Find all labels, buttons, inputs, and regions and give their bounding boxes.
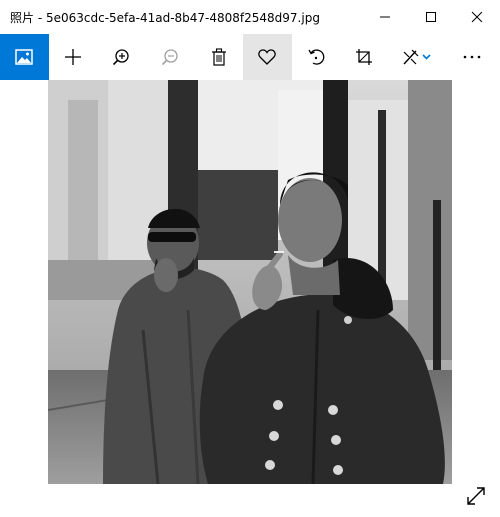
title-bar: 照片 - 5e063cdc-5efa-41ad-8b47-4808f2548d9… [0, 0, 500, 34]
delete-button[interactable] [194, 34, 243, 80]
expand-icon [467, 487, 485, 505]
zoom-out-icon [162, 49, 178, 66]
maximize-icon [426, 12, 436, 22]
plus-icon [64, 49, 81, 65]
photo [48, 80, 452, 484]
edit-icon [403, 49, 431, 65]
crop-button[interactable] [340, 34, 389, 80]
heart-icon [258, 49, 276, 65]
close-button[interactable] [454, 0, 500, 34]
photo-icon [15, 49, 34, 65]
favorite-button[interactable] [242, 34, 292, 80]
more-button[interactable] [445, 34, 500, 80]
close-icon [471, 11, 483, 23]
more-icon [464, 55, 481, 59]
add-to-button[interactable] [49, 34, 98, 80]
zoom-in-button[interactable] [97, 34, 146, 80]
zoom-in-icon [113, 49, 130, 66]
fullscreen-button[interactable] [462, 482, 490, 510]
zoom-out-button[interactable] [146, 34, 195, 80]
minimize-button[interactable] [362, 0, 408, 34]
crop-icon [356, 49, 373, 65]
trash-icon [211, 48, 226, 66]
rotate-icon [308, 49, 325, 65]
window-title: 照片 - 5e063cdc-5efa-41ad-8b47-4808f2548d9… [10, 10, 320, 25]
maximize-button[interactable] [408, 0, 454, 34]
rotate-button[interactable] [292, 34, 341, 80]
edit-create-button[interactable] [389, 34, 445, 80]
photo-content [48, 80, 452, 484]
minimize-icon [380, 16, 390, 18]
see-all-photos-button[interactable] [0, 34, 49, 80]
image-viewer [0, 80, 500, 517]
toolbar [0, 34, 500, 80]
